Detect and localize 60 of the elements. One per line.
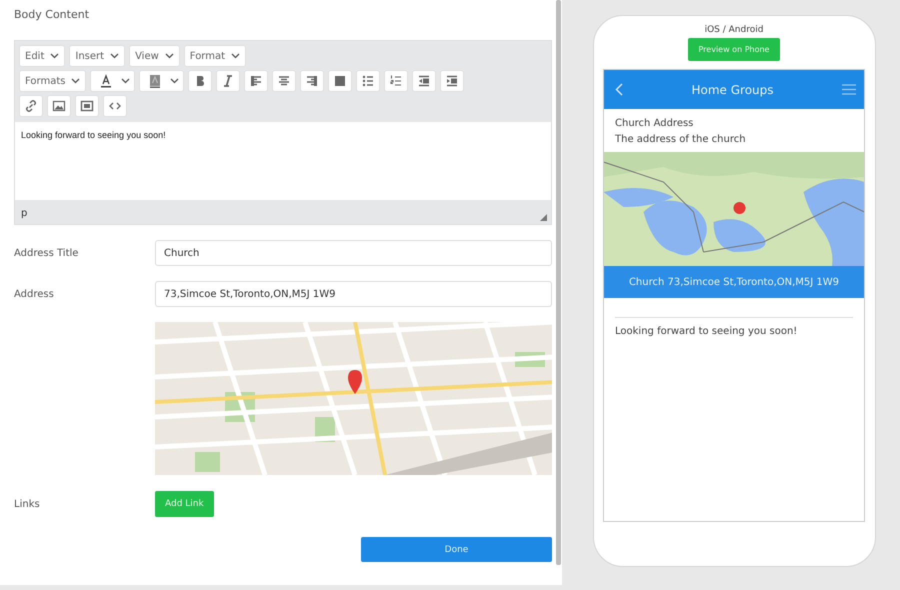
- toolbar-button[interactable]: [19, 95, 43, 117]
- toolbar-button[interactable]: [412, 70, 436, 92]
- outdent-icon: [417, 74, 432, 88]
- highlight-icon: [148, 74, 162, 88]
- color-dropdown[interactable]: [139, 70, 184, 92]
- element-path: p: [21, 207, 28, 221]
- section-subtitle: The address of the church: [615, 133, 747, 147]
- numbered-list-icon: [389, 74, 404, 88]
- back-icon[interactable]: [615, 83, 623, 96]
- editor-text: Looking forward to seeing you soon!: [21, 130, 167, 140]
- toolbar-button[interactable]: [440, 70, 464, 92]
- caret-icon: [121, 78, 130, 84]
- text-field[interactable]: 73,Simcoe St,Toronto,ON,M5J 1W9: [155, 281, 552, 307]
- image-icon: [52, 99, 66, 113]
- toolbar-button[interactable]: [103, 95, 127, 117]
- formats-dropdown[interactable]: Formats: [19, 70, 86, 92]
- menu-button[interactable]: Edit: [19, 45, 66, 67]
- body-text: Looking forward to seeing you soon!: [615, 326, 798, 337]
- caret-icon: [164, 53, 174, 59]
- text-color-icon: [99, 74, 114, 88]
- field-label: Address Title: [14, 248, 80, 258]
- align-left-icon: [249, 74, 264, 88]
- toolbar-button[interactable]: [328, 70, 352, 92]
- align-center-icon: [277, 74, 292, 88]
- bullet-list-icon: [361, 74, 376, 88]
- section-label: Body Content: [14, 8, 90, 23]
- media-icon: [80, 99, 94, 113]
- app-title: Home Groups: [691, 82, 774, 96]
- caret-icon: [231, 53, 240, 59]
- caret-icon: [71, 78, 80, 84]
- justify-icon: [333, 74, 348, 88]
- section-title: Church Address: [615, 117, 694, 131]
- indent-icon: [445, 74, 460, 88]
- caret-icon: [170, 78, 180, 84]
- toolbar-button[interactable]: [300, 70, 324, 92]
- toolbar-button[interactable]: [244, 70, 268, 92]
- align-right-icon: [305, 74, 320, 88]
- color-dropdown[interactable]: [90, 70, 136, 92]
- field-label: Links: [14, 498, 41, 510]
- scrollbar[interactable]: [556, 0, 561, 565]
- toolbar-button[interactable]: [216, 70, 240, 92]
- platform-label: iOS / Android: [704, 25, 764, 35]
- caret-icon: [110, 53, 120, 59]
- done-button[interactable]: Done: [361, 537, 552, 562]
- link-icon: [24, 99, 38, 113]
- toolbar-button[interactable]: [188, 70, 212, 92]
- editor-text-area[interactable]: Looking forward to seeing you soon!: [15, 122, 551, 200]
- toolbar-button[interactable]: [47, 95, 71, 117]
- toolbar-button[interactable]: [356, 70, 380, 92]
- toolbar-button[interactable]: [272, 70, 296, 92]
- menu-button[interactable]: View: [129, 45, 180, 67]
- caret-icon: [50, 53, 60, 59]
- menu-button[interactable]: Format: [184, 45, 246, 67]
- text-field[interactable]: Church: [155, 240, 552, 266]
- field-label: Address: [14, 288, 55, 300]
- menu-button[interactable]: Insert: [69, 45, 126, 67]
- resize-grip-icon[interactable]: [540, 214, 547, 221]
- toolbar-button[interactable]: [75, 95, 99, 117]
- toolbar-button[interactable]: [384, 70, 408, 92]
- map-caption: Church 73,Simcoe St,Toronto,ON,M5J 1W9: [604, 266, 864, 298]
